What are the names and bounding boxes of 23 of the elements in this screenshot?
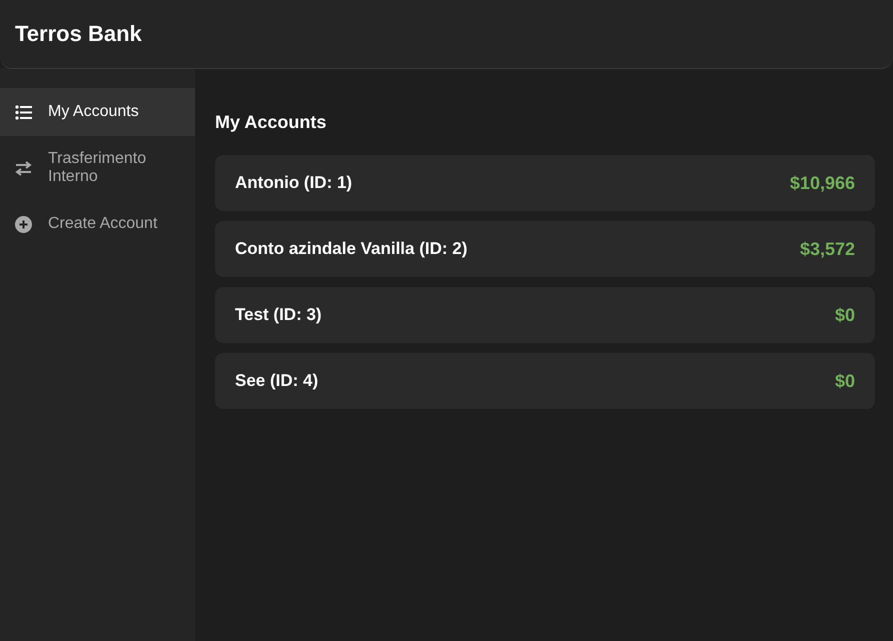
account-name: Antonio (ID: 1) [235, 173, 352, 193]
sidebar-item[interactable]: My Accounts [0, 88, 195, 136]
transfer-arrows-icon [15, 160, 32, 176]
account-name: Test (ID: 3) [235, 305, 322, 325]
section-heading: My Accounts [215, 111, 328, 133]
sidebar-item[interactable]: Create Account [0, 200, 195, 248]
sidebar-item[interactable]: Trasferimento Interno [0, 136, 195, 200]
account-balance: $3,572 [800, 238, 855, 260]
sidebar-item-label: My Accounts [48, 103, 139, 121]
account-card[interactable]: See (ID: 4) $0 [215, 353, 875, 409]
account-balance: $10,966 [790, 172, 855, 194]
account-balance: $0 [834, 370, 855, 392]
sidebar-item-label: Create Account [48, 215, 158, 233]
account-name: See (ID: 4) [235, 371, 318, 391]
account-card[interactable]: Conto azindale Vanilla (ID: 2) $3,572 [215, 221, 875, 277]
account-card[interactable]: Antonio (ID: 1) $10,966 [215, 155, 875, 211]
plus-circle-icon [15, 216, 32, 232]
account-balance: $0 [834, 304, 855, 326]
sidebar-item-label: Trasferimento Interno [48, 150, 148, 186]
list-icon [15, 104, 32, 120]
app-title: Terros Bank [15, 21, 142, 47]
account-card[interactable]: Test (ID: 3) $0 [215, 287, 875, 343]
account-name: Conto azindale Vanilla (ID: 2) [235, 239, 468, 259]
